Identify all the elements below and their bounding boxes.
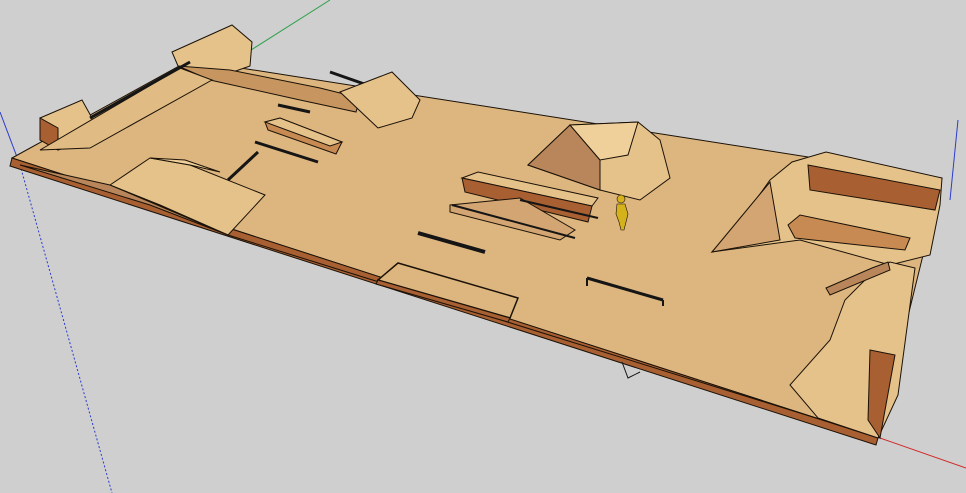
red-axis-line [879,437,966,469]
skatepark-model[interactable] [9,24,943,446]
sketchup-viewport[interactable] [0,0,966,493]
figure-head [616,194,626,204]
blue-axis-dashed-line [19,164,113,493]
blue-axis-right-line [949,119,959,201]
